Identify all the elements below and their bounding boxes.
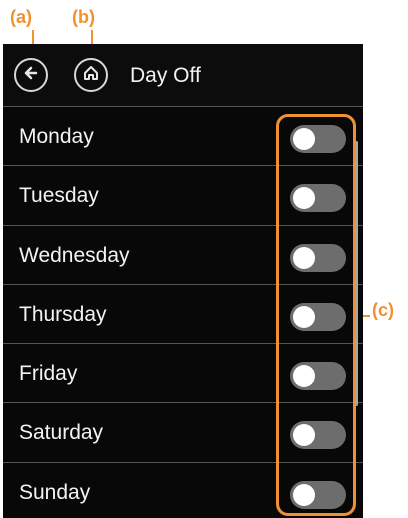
day-label: Thursday	[19, 302, 107, 326]
day-label: Sunday	[19, 480, 91, 504]
day-label: Wednesday	[19, 243, 130, 267]
header-bar: Day Off	[3, 44, 363, 106]
callout-a-label: (a)	[10, 7, 32, 27]
day-label: Tuesday	[19, 184, 99, 208]
day-label: Monday	[19, 125, 94, 148]
home-icon	[81, 63, 101, 88]
back-button[interactable]	[14, 58, 48, 92]
home-button[interactable]	[74, 58, 108, 92]
day-label: Saturday	[19, 421, 104, 445]
day-label: Friday	[19, 362, 78, 386]
page-title: Day Off	[130, 64, 201, 87]
callout-c-label: (c)	[372, 300, 394, 320]
toggle-column-highlight	[276, 114, 356, 516]
callout-b-label: (b)	[72, 7, 95, 27]
annotated-screenshot: (a) (b) (c) Day Off Monday Tuesday Wedne…	[0, 0, 408, 518]
arrow-left-icon	[21, 63, 41, 88]
